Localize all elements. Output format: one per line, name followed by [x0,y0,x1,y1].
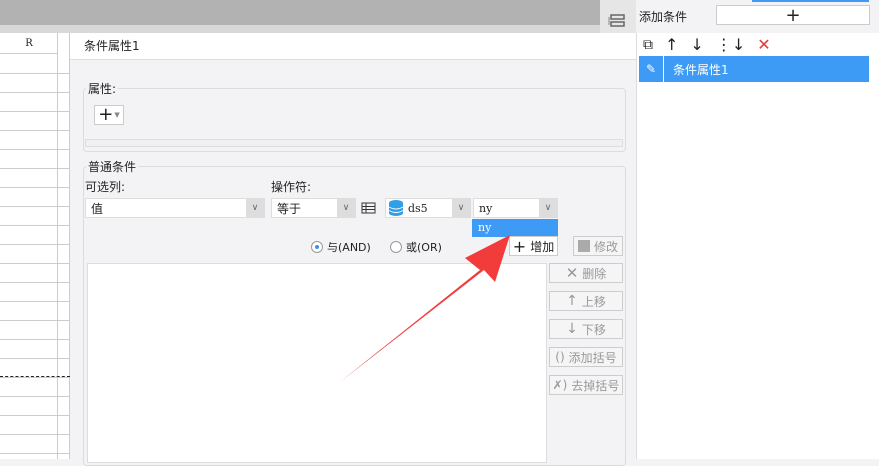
annotation-arrow-icon [340,235,510,382]
